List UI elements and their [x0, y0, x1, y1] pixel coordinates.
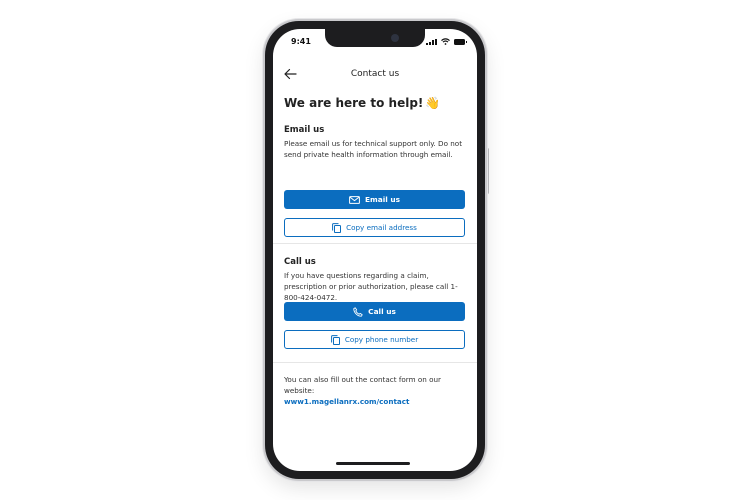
- wifi-icon: [441, 38, 450, 45]
- status-icons: [426, 38, 467, 45]
- waving-hand-icon: 👋: [425, 96, 441, 110]
- section-divider: [273, 243, 477, 244]
- copy-email-button-label: Copy email address: [346, 223, 417, 232]
- email-us-button[interactable]: Email us: [284, 190, 465, 209]
- footer-text: You can also fill out the contact form o…: [284, 375, 442, 395]
- call-section: Call us If you have questions regarding …: [284, 257, 466, 349]
- copy-phone-button-label: Copy phone number: [344, 335, 419, 344]
- call-section-title: Call us: [284, 257, 316, 267]
- battery-icon: [454, 39, 467, 45]
- home-indicator[interactable]: [336, 462, 410, 465]
- phone-screen: 9:41 Contact us We are here to help! 👋 Em…: [273, 29, 477, 471]
- camera-icon: [391, 34, 399, 42]
- email-section-description: Please email us for technical support on…: [284, 139, 463, 159]
- call-section-description: If you have questions regarding a claim,…: [284, 271, 458, 302]
- call-us-button[interactable]: Call us: [284, 302, 465, 321]
- phone-frame: 9:41 Contact us We are here to help! 👋 Em…: [265, 21, 485, 479]
- phone-icon: [353, 306, 363, 317]
- content-area: We are here to help! 👋 Email us Please em…: [284, 96, 466, 237]
- copy-email-button[interactable]: Copy email address: [284, 218, 465, 237]
- cellular-signal-icon: [426, 39, 437, 45]
- contact-form-link[interactable]: www1.magellanrx.com/contact: [284, 396, 466, 407]
- intro-heading: We are here to help! 👋: [284, 96, 466, 112]
- email-section: Email us Please email us for technical s…: [284, 125, 466, 160]
- page-title: Contact us: [350, 69, 400, 79]
- section-divider: [273, 362, 477, 363]
- status-time: 9:41: [291, 37, 311, 46]
- copy-phone-button[interactable]: Copy phone number: [284, 330, 465, 349]
- email-section-title: Email us: [284, 125, 325, 135]
- email-us-button-label: Email us: [364, 195, 401, 204]
- copy-icon: [330, 334, 340, 345]
- call-us-button-label: Call us: [368, 307, 396, 316]
- intro-heading-text: We are here to help!: [284, 96, 424, 110]
- power-side-button: [486, 148, 489, 194]
- envelope-icon: [349, 195, 360, 204]
- notch: [325, 29, 425, 47]
- footer: You can also fill out the contact form o…: [284, 374, 466, 407]
- copy-icon: [332, 222, 342, 233]
